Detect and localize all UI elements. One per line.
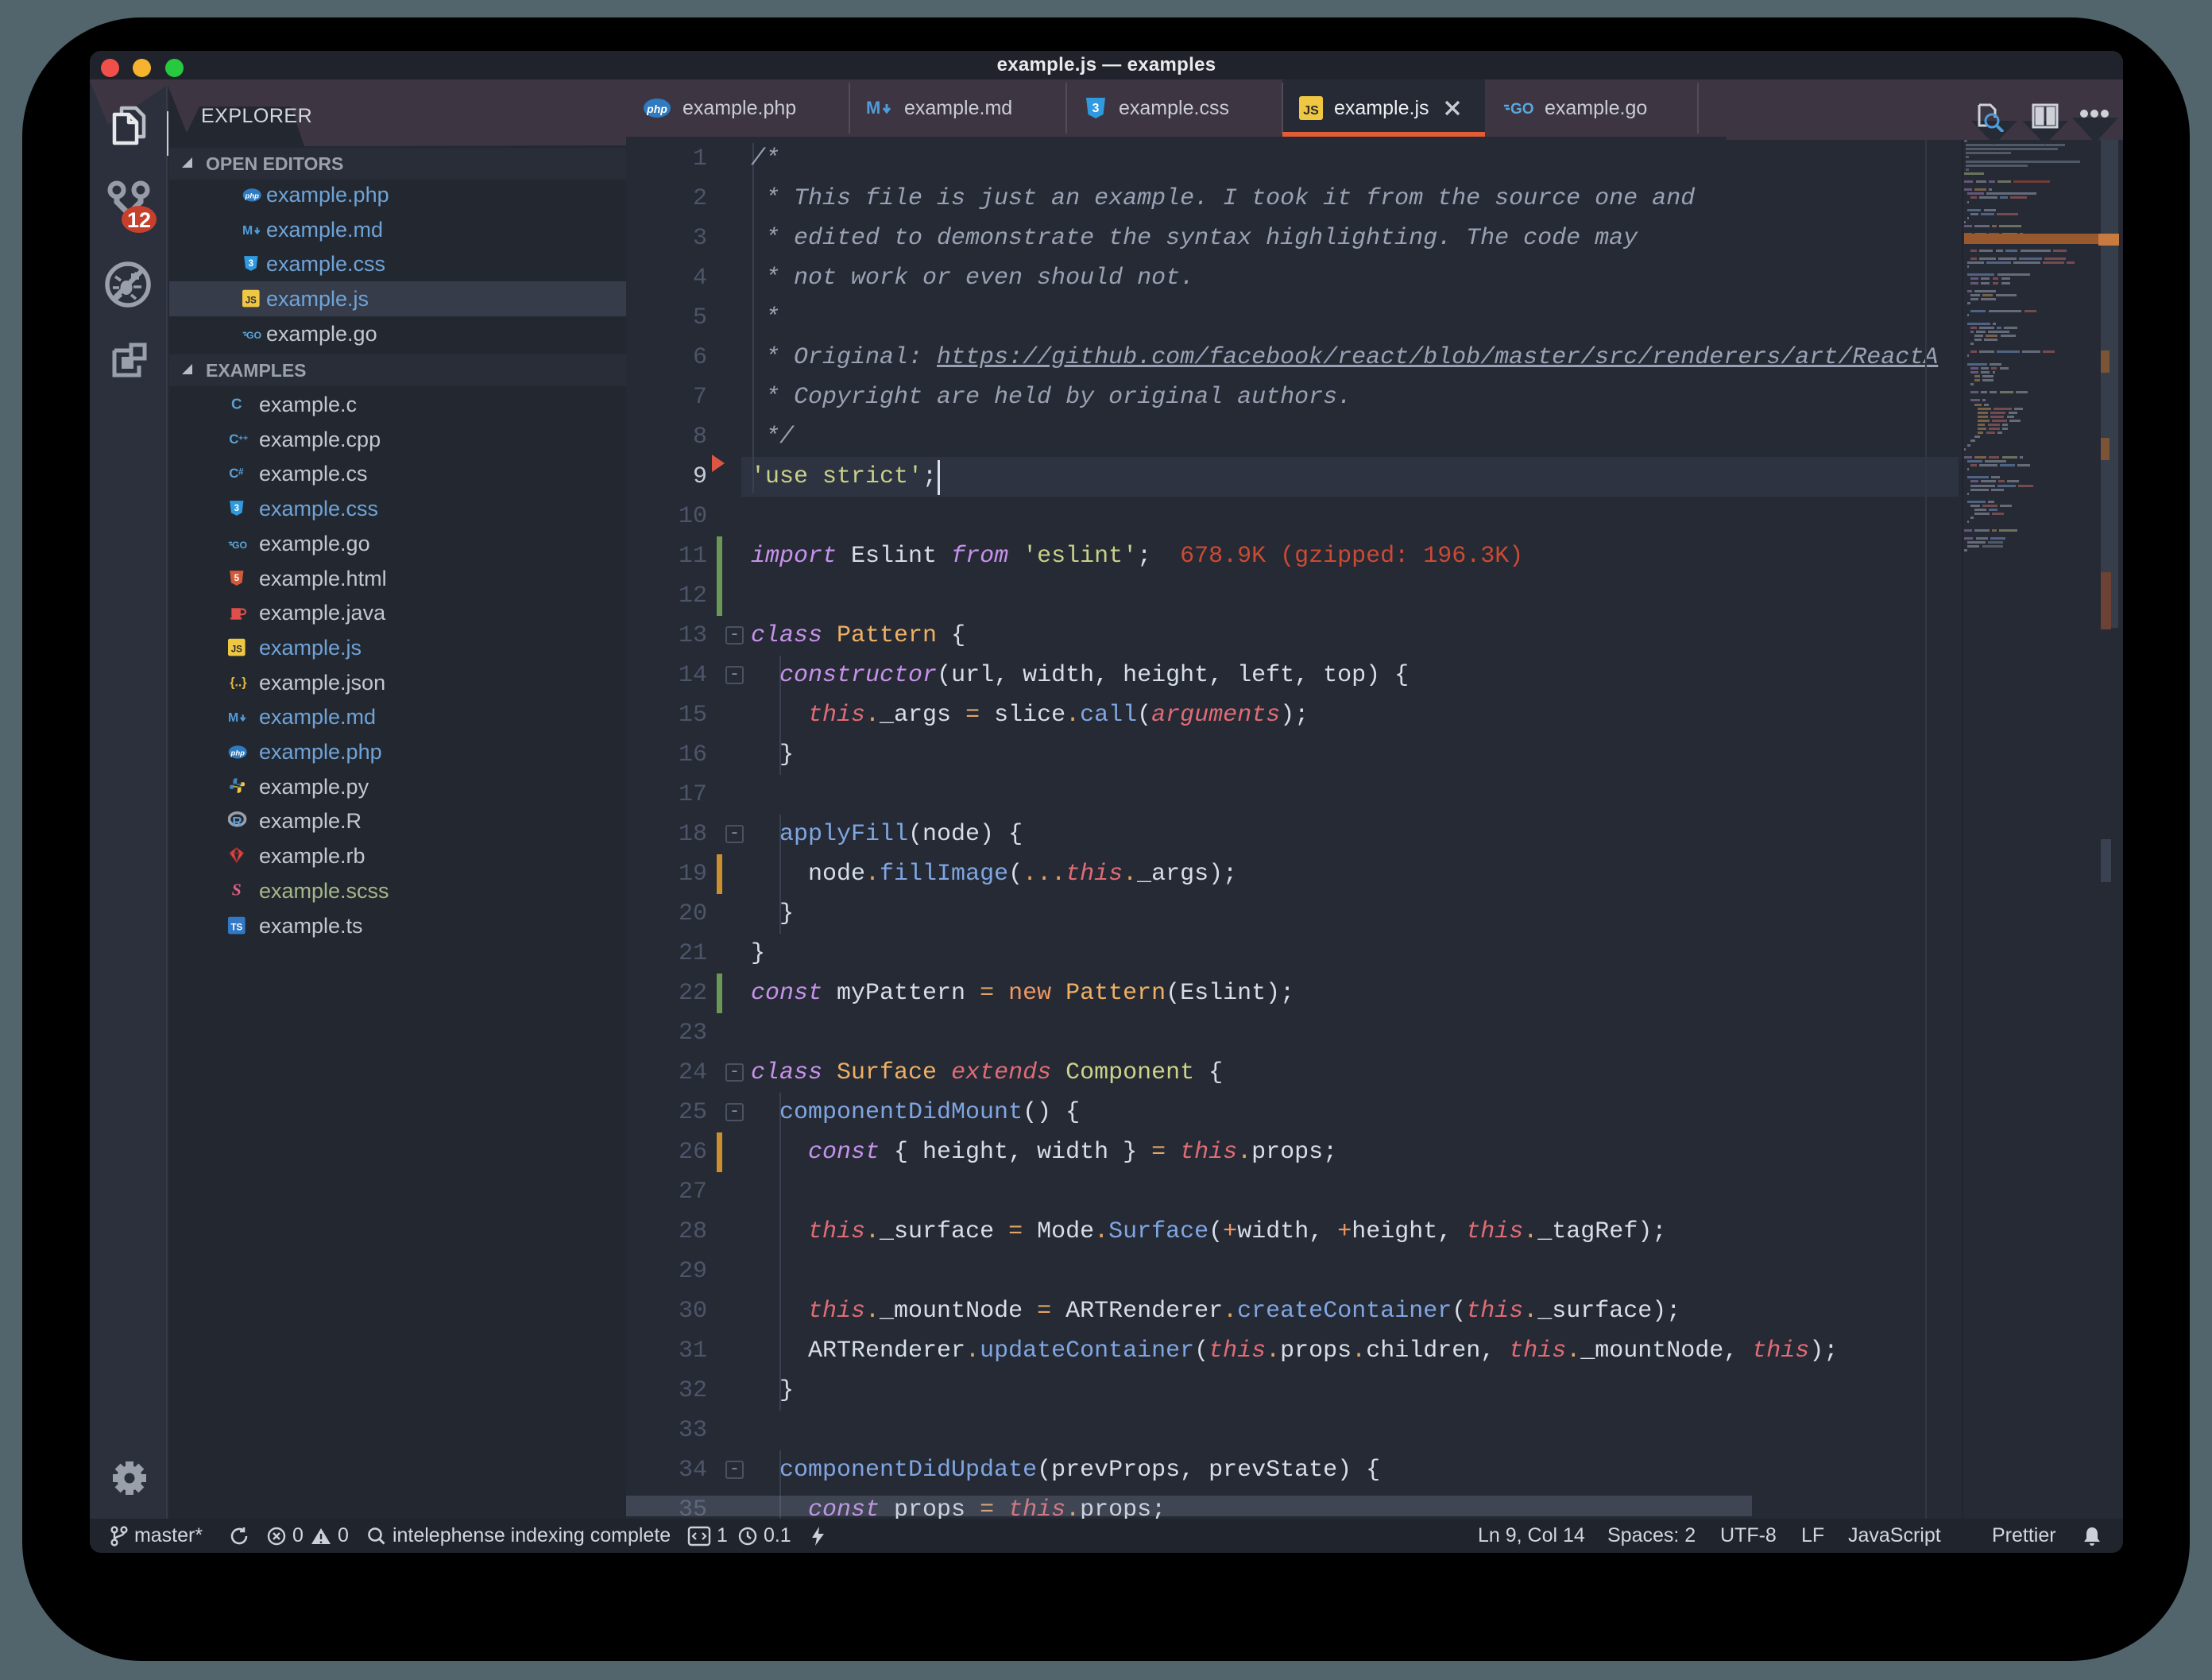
svg-text:M: M	[866, 98, 880, 118]
svg-text:M: M	[228, 711, 238, 725]
svg-text:5: 5	[234, 574, 240, 583]
svg-text:GO: GO	[1510, 101, 1533, 118]
svg-text:TS: TS	[230, 923, 242, 932]
svg-text:php: php	[646, 103, 667, 115]
svg-text:12: 12	[127, 208, 151, 232]
svg-text:JS: JS	[231, 645, 242, 654]
svg-text:C: C	[231, 396, 242, 412]
svg-text:3: 3	[234, 504, 239, 513]
svg-text:#: #	[238, 467, 244, 478]
svg-text:{..}: {..}	[230, 675, 246, 689]
svg-text:3: 3	[1092, 102, 1100, 115]
svg-text:GO: GO	[246, 330, 261, 341]
svg-text:GO: GO	[232, 540, 247, 551]
svg-text:C: C	[229, 432, 238, 447]
svg-text:++: ++	[238, 435, 248, 443]
svg-text:JS: JS	[246, 296, 257, 305]
svg-text:JS: JS	[1303, 104, 1319, 118]
svg-text:M: M	[242, 224, 253, 238]
svg-text:R: R	[232, 814, 242, 829]
svg-text:S: S	[232, 881, 242, 899]
svg-text:3: 3	[249, 259, 253, 269]
svg-text:php: php	[245, 192, 260, 201]
svg-text:C: C	[229, 466, 238, 481]
svg-text:php: php	[230, 749, 246, 758]
